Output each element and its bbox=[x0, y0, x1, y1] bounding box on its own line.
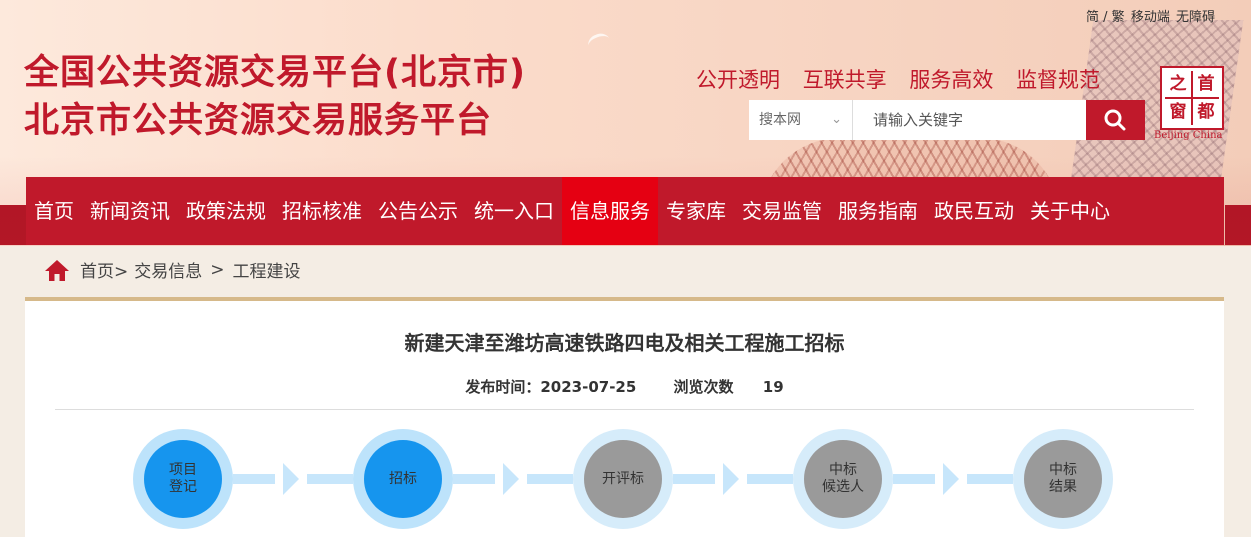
step-connector bbox=[747, 474, 793, 484]
article-card: 新建天津至潍坊高速铁路四电及相关工程施工招标 发布时间：2023-07-25 浏… bbox=[25, 297, 1224, 537]
nav-item[interactable]: 政民互动 bbox=[926, 177, 1022, 245]
process-step[interactable]: 招标 bbox=[353, 429, 453, 529]
publish-label: 发布时间： bbox=[465, 378, 541, 396]
step-connector bbox=[233, 474, 275, 484]
divider bbox=[55, 409, 1194, 410]
process-step[interactable]: 中标 结果 bbox=[1013, 429, 1113, 529]
search-input[interactable] bbox=[853, 100, 1085, 140]
seal-char: 窗 bbox=[1165, 99, 1191, 125]
step-connector bbox=[527, 474, 573, 484]
slogan: 公开透明 bbox=[696, 68, 780, 92]
nav-wing-left bbox=[0, 205, 26, 245]
nav-item[interactable]: 政策法规 bbox=[178, 177, 274, 245]
slogan: 服务高效 bbox=[909, 68, 994, 92]
nav-item[interactable]: 交易监管 bbox=[734, 177, 830, 245]
process-step-label: 中标 结果 bbox=[1024, 440, 1102, 518]
nav-item[interactable]: 专家库 bbox=[658, 177, 734, 245]
seal-char: 首 bbox=[1193, 71, 1219, 97]
arrow-right-icon bbox=[943, 463, 959, 495]
step-connector bbox=[893, 474, 935, 484]
nav-item[interactable]: 招标核准 bbox=[274, 177, 370, 245]
chevron-down-icon: ⌄ bbox=[831, 112, 842, 127]
seal-char: 之 bbox=[1165, 71, 1191, 97]
views-label: 浏览次数 bbox=[673, 378, 734, 396]
nav-item[interactable]: 关于中心 bbox=[1022, 177, 1118, 245]
search-scope-select[interactable]: 搜本网 ⌄ bbox=[749, 100, 853, 140]
home-icon[interactable] bbox=[44, 258, 70, 282]
capital-window-logo[interactable]: 之 首 窗 都 bbox=[1160, 66, 1224, 130]
search-bar: 搜本网 ⌄ bbox=[749, 100, 1145, 140]
nav-item[interactable]: 服务指南 bbox=[830, 177, 926, 245]
breadcrumb-separator: > bbox=[210, 259, 225, 280]
process-step-label: 项目 登记 bbox=[144, 440, 222, 518]
process-step[interactable]: 开评标 bbox=[573, 429, 673, 529]
arrow-right-icon bbox=[723, 463, 739, 495]
nav-wing-right bbox=[1225, 205, 1251, 245]
process-step-label: 开评标 bbox=[584, 440, 662, 518]
process-steps: 项目 登记 招标 开评标 中标 候选人 中标 结果 bbox=[133, 429, 1113, 529]
publish-date: 2023-07-25 bbox=[540, 378, 637, 396]
step-connector bbox=[453, 474, 495, 484]
site-title-secondary: 北京市公共资源交易服务平台 bbox=[24, 101, 493, 141]
site-title-primary: 全国公共资源交易平台(北京市) bbox=[24, 53, 526, 93]
process-step-label: 中标 候选人 bbox=[804, 440, 882, 518]
arrow-right-icon bbox=[283, 463, 299, 495]
search-scope-label: 搜本网 bbox=[759, 112, 801, 128]
slogan: 互联共享 bbox=[802, 68, 887, 92]
accessibility-link[interactable]: 无障碍 bbox=[1176, 10, 1215, 25]
slogan: 监督规范 bbox=[1016, 68, 1101, 92]
nav-item[interactable]: 统一入口 bbox=[466, 177, 562, 245]
article-meta: 发布时间：2023-07-25 浏览次数 19 bbox=[25, 376, 1224, 397]
breadcrumb: 首页> 交易信息 > 工程建设 bbox=[44, 257, 301, 282]
article-title: 新建天津至潍坊高速铁路四电及相关工程施工招标 bbox=[404, 331, 845, 355]
seal-char: 都 bbox=[1193, 99, 1219, 125]
logo-caption: Beijing China bbox=[1154, 130, 1223, 141]
main-nav: 首页 新闻资讯 政策法规 招标核准 公告公示 统一入口 信息服务 专家库 交易监管 服务指南 政民互… bbox=[26, 177, 1224, 245]
mobile-link[interactable]: 移动端 bbox=[1131, 10, 1170, 25]
step-connector bbox=[673, 474, 715, 484]
nav-item[interactable]: 新闻资讯 bbox=[82, 177, 178, 245]
process-step-label: 招标 bbox=[364, 440, 442, 518]
top-links: 简 / 繁 移动端 无障碍 bbox=[1084, 6, 1215, 25]
nav-item[interactable]: 公告公示 bbox=[370, 177, 466, 245]
views-count: 19 bbox=[762, 378, 784, 396]
step-connector bbox=[307, 474, 353, 484]
process-step[interactable]: 中标 候选人 bbox=[793, 429, 893, 529]
process-step[interactable]: 项目 登记 bbox=[133, 429, 233, 529]
dove-decoration bbox=[585, 30, 613, 55]
search-button[interactable] bbox=[1086, 100, 1145, 140]
nav-item[interactable]: 首页 bbox=[26, 177, 82, 245]
step-connector bbox=[967, 474, 1013, 484]
slogans: 公开透明 互联共享 服务高效 监督规范 bbox=[696, 64, 1116, 94]
breadcrumb-trade-info[interactable]: 交易信息 bbox=[134, 257, 202, 282]
nav-item[interactable]: 信息服务 bbox=[562, 177, 658, 245]
language-switch-link[interactable]: 简 / 繁 bbox=[1086, 10, 1125, 25]
arrow-right-icon bbox=[503, 463, 519, 495]
breadcrumb-home[interactable]: 首页> bbox=[80, 257, 128, 282]
breadcrumb-current: 工程建设 bbox=[232, 262, 301, 282]
search-icon bbox=[1104, 109, 1126, 131]
